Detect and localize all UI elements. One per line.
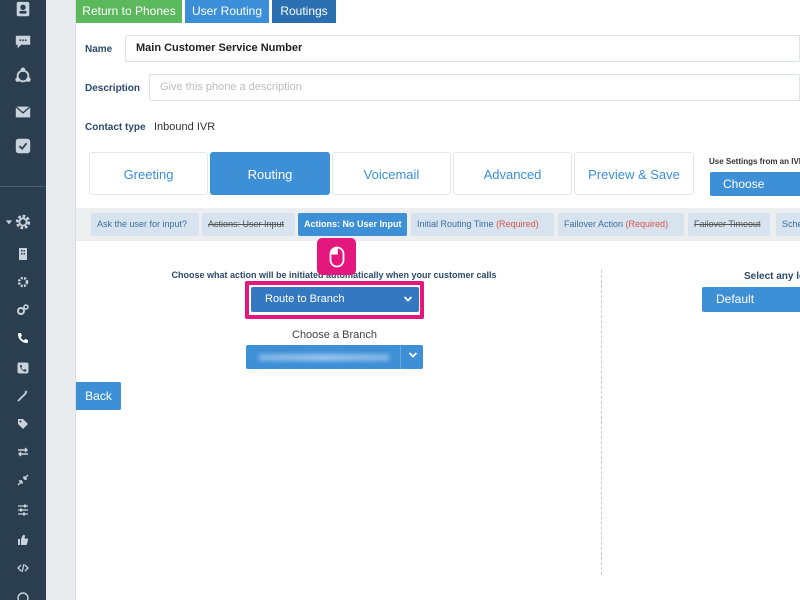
- cogs-icon[interactable]: [13, 300, 33, 320]
- description-label: Description: [85, 83, 141, 94]
- phone-square-icon[interactable]: [13, 358, 33, 378]
- branch-select[interactable]: [246, 345, 423, 369]
- tab-greeting[interactable]: Greeting: [89, 152, 208, 195]
- magic-wand-icon[interactable]: [13, 386, 33, 406]
- sidebar-gutter: [46, 0, 75, 600]
- required-tag: (Required): [625, 219, 669, 229]
- return-to-phones-tab[interactable]: Return to Phones: [76, 0, 182, 23]
- action-highlight: [245, 281, 424, 319]
- mail-icon[interactable]: [13, 102, 33, 122]
- tab-routing[interactable]: Routing: [210, 152, 330, 195]
- code-icon[interactable]: [13, 558, 33, 578]
- select-divider: [400, 345, 401, 369]
- tab-advanced[interactable]: Advanced: [453, 152, 572, 195]
- subtab-actions-user-input[interactable]: Actions: User Input: [202, 213, 295, 236]
- compress-icon[interactable]: [13, 470, 33, 490]
- subtab-failover-action[interactable]: Failover Action (Required): [558, 213, 684, 236]
- building-icon[interactable]: [13, 244, 33, 264]
- chat-icon[interactable]: [13, 32, 33, 52]
- exchange-icon[interactable]: [13, 442, 33, 462]
- left-nav: [0, 0, 46, 600]
- back-button[interactable]: Back: [76, 382, 121, 410]
- mouse-click-icon: [317, 238, 356, 275]
- phone-icon[interactable]: [13, 328, 33, 348]
- gear-icon[interactable]: [13, 212, 33, 232]
- help-icon[interactable]: [13, 588, 33, 600]
- branch-select-blurred-value: [258, 354, 390, 361]
- column-divider: [601, 270, 602, 575]
- description-input[interactable]: Give this phone a description: [149, 74, 800, 101]
- chevron-down-icon: [408, 350, 418, 363]
- name-input[interactable]: Main Customer Service Number: [125, 35, 800, 62]
- default-select[interactable]: Default: [702, 287, 800, 312]
- inbox-check-icon[interactable]: [13, 136, 33, 156]
- contacts-icon[interactable]: [13, 0, 33, 20]
- nav-divider: [0, 186, 46, 187]
- tab-preview-save[interactable]: Preview & Save: [574, 152, 694, 195]
- subtab-failover-timeout[interactable]: Failover Timeout: [688, 213, 770, 236]
- subtab-initial-routing-time-label: Initial Routing Time: [417, 219, 494, 229]
- contact-type-value: Inbound IVR: [154, 121, 216, 133]
- subtab-initial-routing-time[interactable]: Initial Routing Time (Required): [411, 213, 554, 236]
- network-icon[interactable]: [13, 66, 33, 86]
- settings-icon[interactable]: [13, 272, 33, 292]
- user-routing-tab[interactable]: User Routing: [185, 0, 269, 23]
- sliders-icon[interactable]: [13, 500, 33, 520]
- thumbs-up-icon[interactable]: [13, 530, 33, 550]
- subtab-schedule[interactable]: Sche: [776, 213, 800, 236]
- routings-tab[interactable]: Routings: [272, 0, 336, 23]
- ivr-choose-select[interactable]: Choose: [710, 172, 800, 196]
- subtab-actions-no-user-input[interactable]: Actions: No User Input: [298, 213, 407, 236]
- contact-type-label: Contact type: [85, 122, 146, 133]
- subtab-ask-user[interactable]: Ask the user for input?: [91, 213, 199, 236]
- ivr-settings-label: Use Settings from an IVR: [709, 157, 800, 166]
- select-any-label: Select any le: [744, 271, 800, 282]
- name-label: Name: [85, 44, 113, 55]
- required-tag: (Required): [496, 219, 539, 229]
- tab-voicemail[interactable]: Voicemail: [332, 152, 451, 195]
- subtab-failover-action-label: Failover Action: [564, 219, 624, 229]
- tag-icon[interactable]: [13, 414, 33, 434]
- choose-branch-label: Choose a Branch: [292, 329, 377, 341]
